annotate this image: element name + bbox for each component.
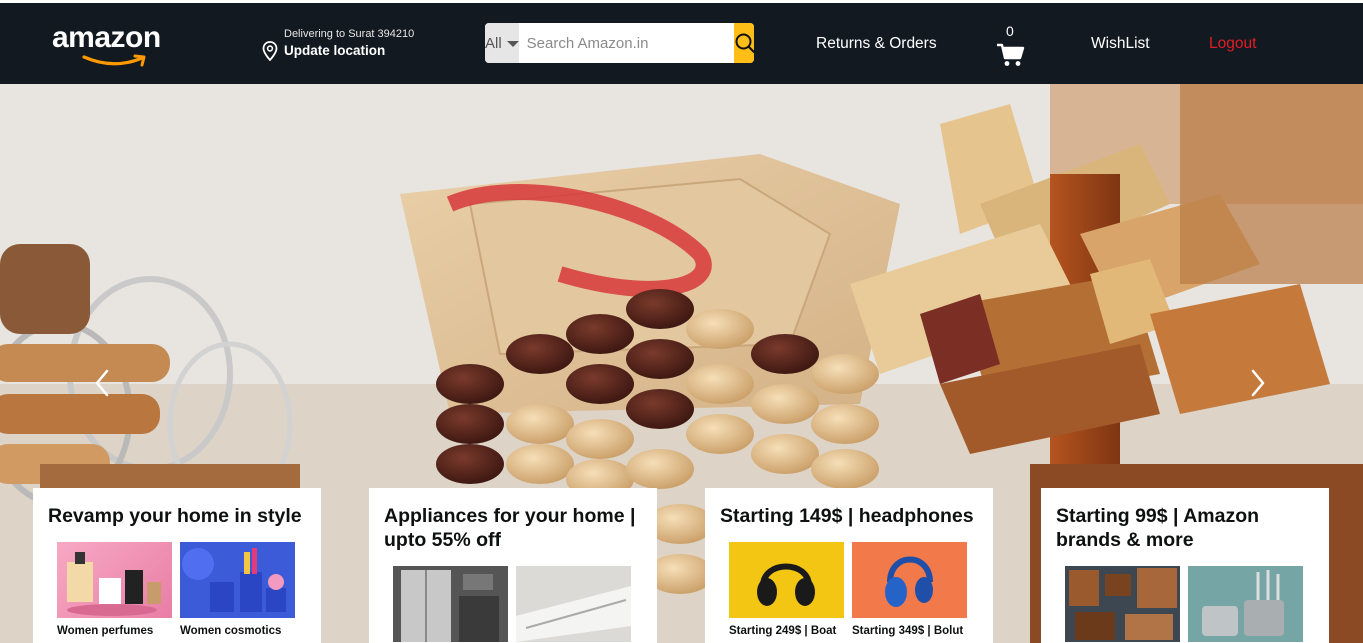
- cart-button[interactable]: 0: [995, 21, 1027, 71]
- boat-headphones-image: [729, 542, 844, 618]
- caret-down-icon: [506, 41, 519, 47]
- cosmetics-image: [180, 542, 295, 618]
- search-icon: [735, 33, 754, 54]
- card-title: Revamp your home in style: [48, 505, 302, 527]
- card-item-caption: Starting 249$ | Boat: [729, 625, 837, 637]
- card-title: Starting 99$ | Amazon brands & more: [1056, 505, 1260, 551]
- card-item-caption: Women cosmotics and more: [180, 625, 282, 637]
- card-item[interactable]: Starting 249$ | Boat: [729, 542, 844, 640]
- wishlist-link[interactable]: WishList: [1091, 35, 1150, 53]
- update-location-link[interactable]: Update location: [284, 43, 385, 58]
- promo-card-appliances[interactable]: Appliances for your home | upto 55% off: [369, 488, 657, 643]
- search-button[interactable]: [733, 23, 754, 63]
- card-item[interactable]: [1188, 566, 1303, 643]
- card-item[interactable]: Women cosmotics and more: [180, 542, 295, 643]
- carousel-prev-button[interactable]: [94, 369, 110, 397]
- search-category-label: All: [485, 34, 502, 52]
- delivery-address-text: Delivering to Surat 394210: [284, 28, 415, 40]
- logo-text: amazon: [52, 21, 161, 54]
- cart-count: 0: [1006, 23, 1014, 39]
- refrigerator-image: [393, 566, 508, 642]
- card-item-caption: Starting 349$ | Bolut: [852, 625, 964, 637]
- carousel-next-button[interactable]: [1250, 369, 1266, 397]
- card-item[interactable]: [516, 566, 631, 643]
- navbar: amazon Delivering to Surat 394210 Update…: [0, 3, 1363, 84]
- card-thumbnails: [1065, 566, 1303, 643]
- hero-carousel: Revamp your home in style Women perfumes…: [0, 84, 1363, 643]
- promo-card-headphones[interactable]: Starting 149$ | headphones Starting 249$…: [705, 488, 993, 643]
- card-thumbnails: Women perfumes and more Women cosmotics …: [57, 542, 295, 643]
- promo-card-home[interactable]: Revamp your home in style Women perfumes…: [33, 488, 321, 643]
- search-category-dropdown[interactable]: All: [485, 23, 519, 63]
- card-item[interactable]: [393, 566, 508, 643]
- cart-icon: [997, 43, 1025, 66]
- amazon-logo[interactable]: amazon: [52, 23, 182, 71]
- location-pin-icon: [262, 41, 278, 61]
- card-item[interactable]: Women perfumes and more: [57, 542, 172, 643]
- card-thumbnails: [393, 566, 631, 643]
- logo-smile-icon: [82, 54, 146, 67]
- promo-card-amazon-brands[interactable]: Starting 99$ | Amazon brands & more: [1041, 488, 1329, 643]
- logout-link[interactable]: Logout: [1209, 35, 1256, 53]
- search-input[interactable]: [518, 23, 734, 63]
- card-title: Starting 149$ | headphones: [720, 505, 974, 527]
- air-conditioner-image: [516, 566, 631, 642]
- search-bar: All: [485, 23, 754, 63]
- card-item[interactable]: [1065, 566, 1180, 643]
- card-item-caption: Women perfumes and more: [57, 625, 154, 637]
- returns-orders-link[interactable]: Returns & Orders: [816, 35, 937, 53]
- perfumes-image: [57, 542, 172, 618]
- cookware-image: [1188, 566, 1303, 642]
- card-item[interactable]: Starting 349$ | Bolut: [852, 542, 967, 640]
- card-title: Appliances for your home | upto 55% off: [384, 505, 636, 551]
- bolut-headphones-image: [852, 542, 967, 618]
- card-thumbnails: Starting 249$ | Boat Starting 349$ | Bol…: [729, 542, 967, 640]
- leather-goods-image: [1065, 566, 1180, 642]
